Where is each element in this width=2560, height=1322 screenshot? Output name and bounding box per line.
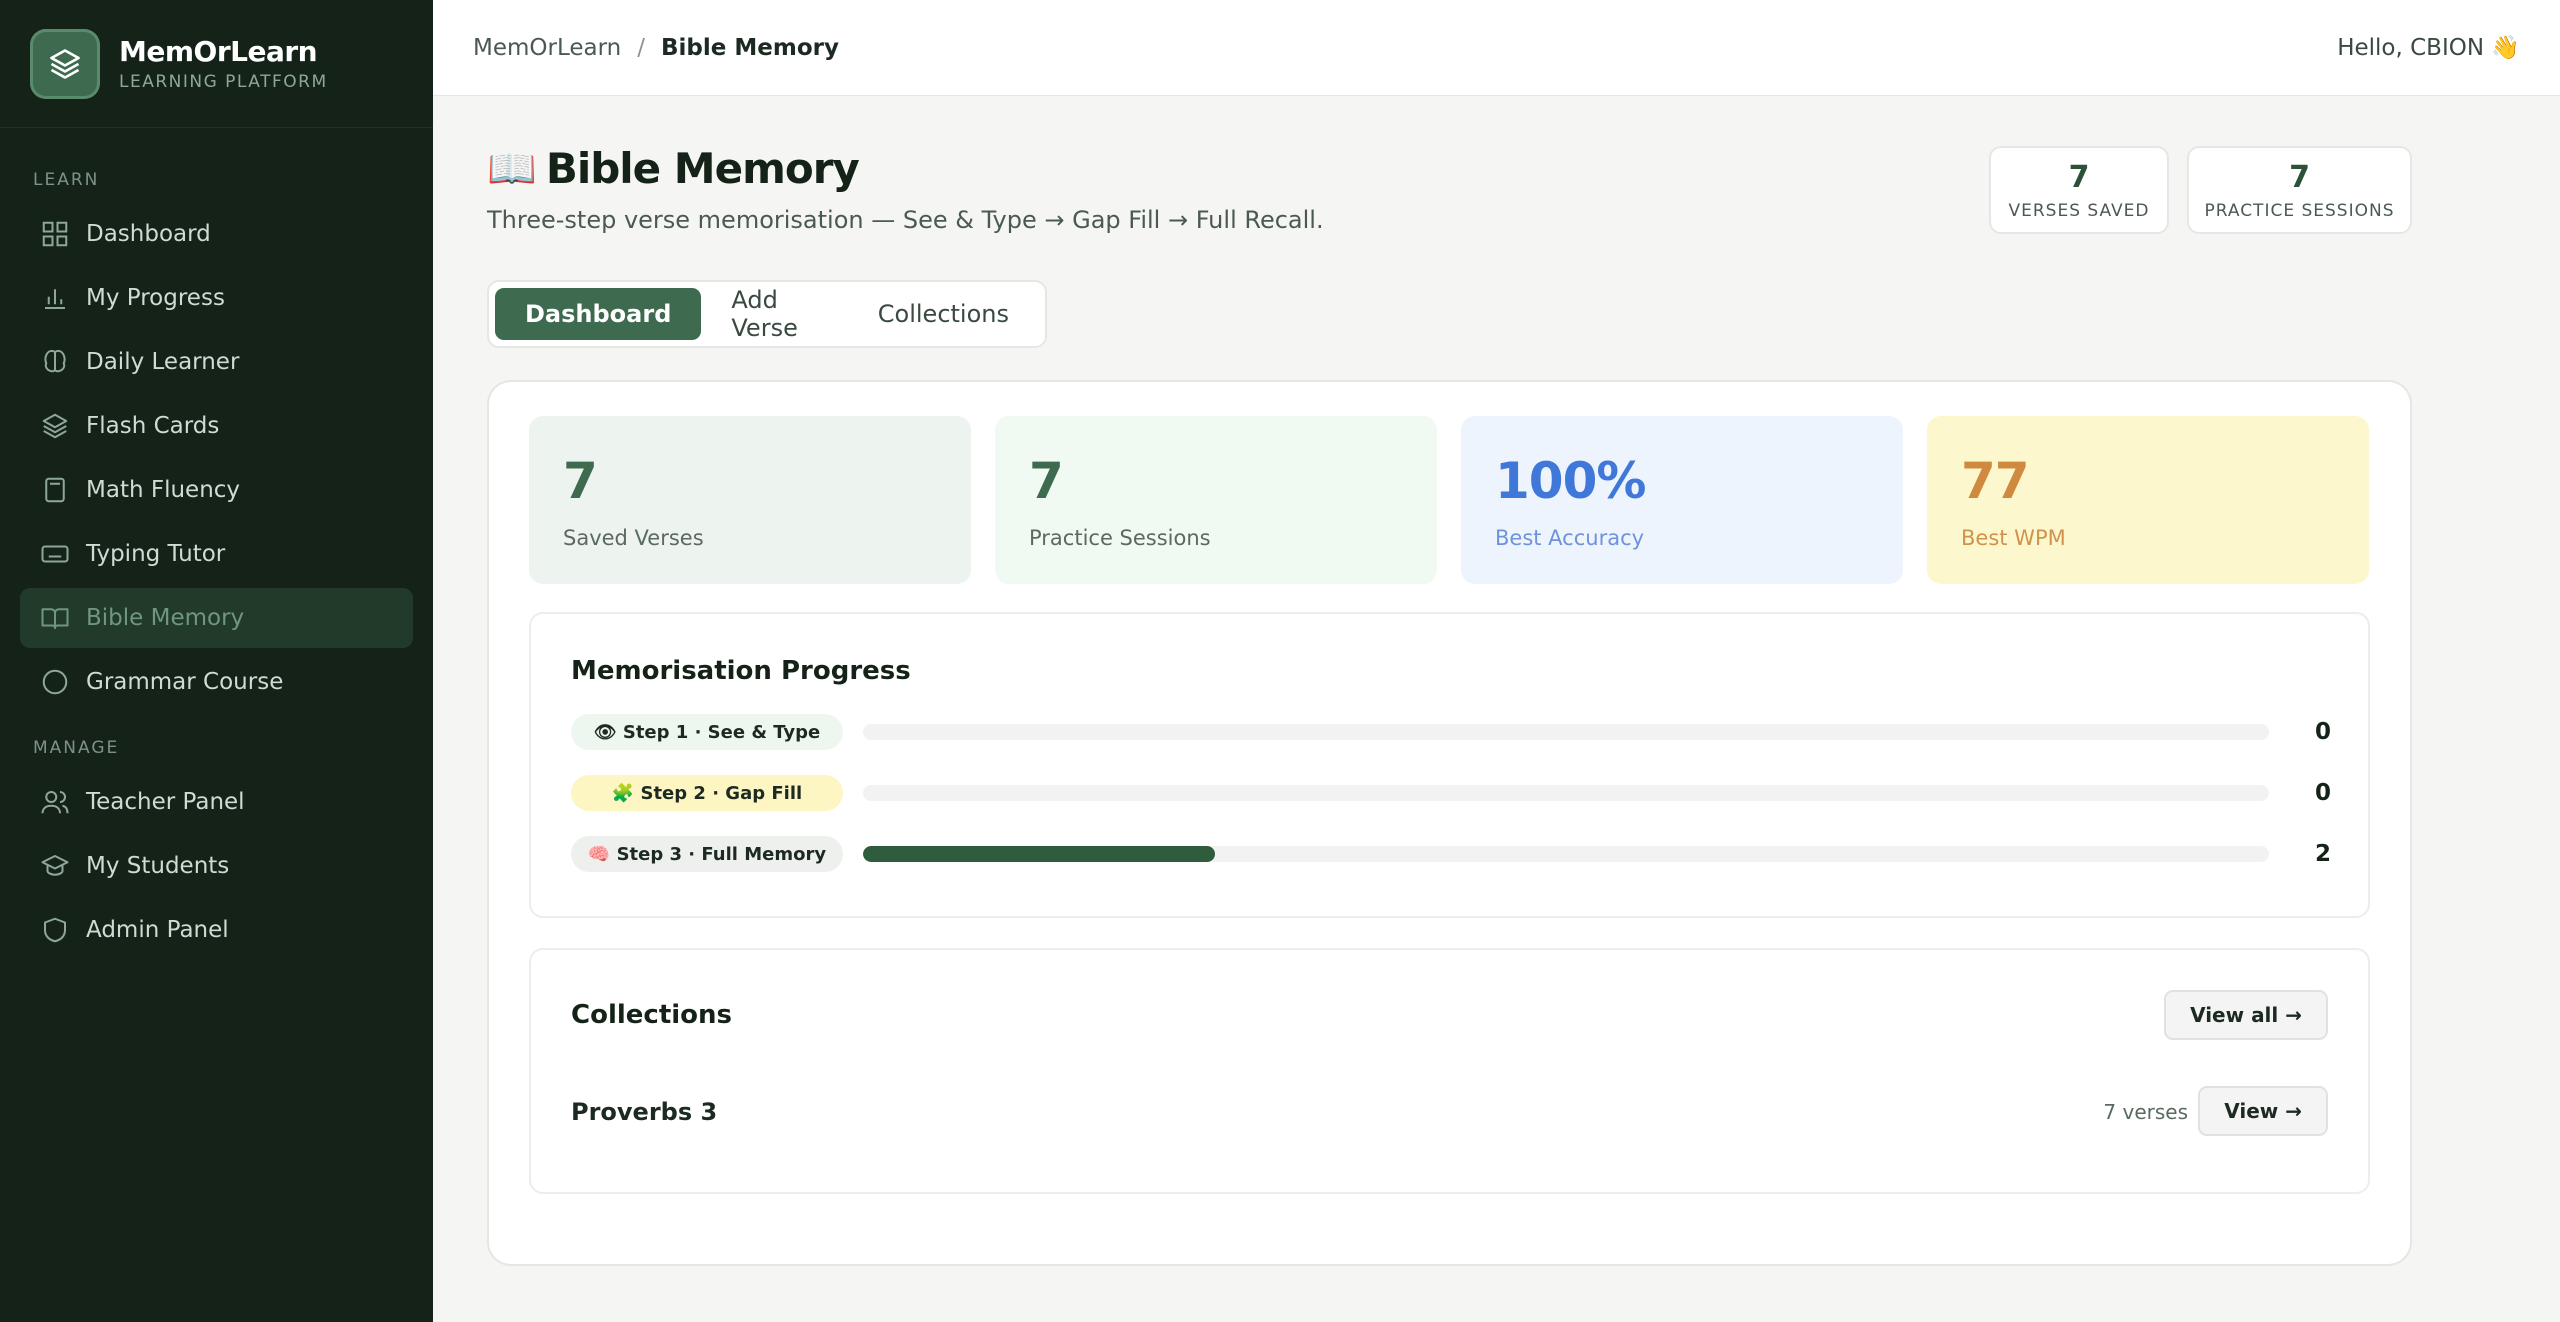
sidebar-item-my-students[interactable]: My Students: [20, 836, 413, 896]
sidebar-item-label: My Students: [86, 853, 230, 879]
progress-step-row: 🧠 Step 3 · Full Memory 2: [571, 836, 2331, 872]
sidebar-item-label: Flash Cards: [86, 413, 220, 439]
book-icon: 📖: [487, 146, 537, 192]
sidebar-item-teacher-panel[interactable]: Teacher Panel: [20, 772, 413, 832]
header-stat-value: 7: [2289, 160, 2310, 195]
keyboard-icon: [41, 545, 69, 563]
sidebar-item-label: Teacher Panel: [86, 789, 245, 815]
step-pill: 🧠 Step 3 · Full Memory: [571, 836, 843, 872]
page-subtitle: Three-step verse memorisation — See & Ty…: [487, 206, 1324, 234]
stat-label: Best WPM: [1961, 526, 2066, 550]
header-stat-label: VERSES SAVED: [2008, 201, 2150, 221]
stat-value: 77: [1961, 452, 2030, 510]
sidebar-item-dashboard[interactable]: Dashboard: [20, 204, 413, 264]
stat-value: 7: [1029, 452, 1064, 510]
tab-collections[interactable]: Collections: [848, 288, 1039, 340]
grid-icon: [42, 221, 68, 247]
layers-icon: [42, 413, 68, 439]
tab-dashboard[interactable]: Dashboard: [495, 288, 702, 340]
sidebar-item-label: My Progress: [86, 285, 225, 311]
stat-best-wpm: 77 Best WPM: [1927, 416, 2369, 584]
dashboard-card: 7 Saved Verses 7 Practice Sessions 100% …: [487, 380, 2412, 1266]
step-pill: 🧩 Step 2 · Gap Fill: [571, 775, 843, 811]
progress-bar-track: [863, 846, 2269, 862]
user-greeting: Hello, CBION 👋: [2337, 35, 2520, 61]
topbar: MemOrLearn / Bible Memory Hello, CBION 👋: [433, 0, 2560, 96]
brain-icon: [44, 349, 66, 373]
layers-logo-icon: [30, 28, 100, 99]
tab-bar: Dashboard Add Verse Collections: [487, 280, 1047, 348]
section-label-learn: LEARN: [33, 170, 100, 190]
collection-count: 7 verses: [2103, 1100, 2188, 1124]
progress-step-row: 👁 Step 1 · See & Type 0: [571, 714, 2331, 750]
step-count: 0: [2314, 719, 2331, 745]
breadcrumb-current: Bible Memory: [661, 34, 839, 61]
shield-icon: [44, 917, 66, 943]
brand[interactable]: MemOrLearn LEARNING PLATFORM: [0, 0, 433, 128]
step-count: 2: [2314, 841, 2331, 867]
step-count: 0: [2314, 780, 2331, 806]
sidebar-item-my-progress[interactable]: My Progress: [20, 268, 413, 328]
brand-name: MemOrLearn: [119, 35, 318, 68]
stat-label: Saved Verses: [563, 526, 704, 550]
bar-chart-icon: [45, 289, 65, 309]
view-all-button[interactable]: View all →: [2164, 990, 2328, 1040]
stat-saved-verses: 7 Saved Verses: [529, 416, 971, 584]
view-collection-button[interactable]: View →: [2198, 1086, 2328, 1136]
sidebar-item-label: Daily Learner: [86, 349, 240, 375]
sidebar-item-label: Typing Tutor: [86, 541, 226, 567]
sidebar-item-flash-cards[interactable]: Flash Cards: [20, 396, 413, 456]
progress-step-row: 🧩 Step 2 · Gap Fill 0: [571, 775, 2331, 811]
tab-add-verse[interactable]: Add Verse: [701, 286, 847, 342]
header-stat-value: 7: [2068, 160, 2090, 195]
sidebar-item-typing-tutor[interactable]: Typing Tutor: [20, 524, 413, 584]
collections-panel: Collections View all → Proverbs 3 7 vers…: [529, 948, 2370, 1194]
page-title-text: Bible Memory: [545, 144, 860, 193]
book-open-icon: [41, 608, 69, 629]
page-title: 📖 Bible Memory: [487, 144, 860, 193]
stat-value: 7: [563, 452, 598, 510]
sidebar-item-admin-panel[interactable]: Admin Panel: [20, 900, 413, 960]
progress-bar-track: [863, 785, 2269, 801]
circle-icon: [42, 669, 68, 695]
sidebar-item-math-fluency[interactable]: Math Fluency: [20, 460, 413, 520]
users-icon: [41, 791, 69, 814]
sidebar: MemOrLearn LEARNING PLATFORM LEARN Dashb…: [0, 0, 433, 1322]
stat-label: Practice Sessions: [1029, 526, 1211, 550]
graduation-cap-icon: [41, 855, 69, 876]
sidebar-item-grammar-course[interactable]: Grammar Course: [20, 652, 413, 712]
section-label-manage: MANAGE: [33, 738, 120, 758]
step-pill: 👁 Step 1 · See & Type: [571, 714, 843, 750]
stat-value: 100%: [1495, 452, 1646, 510]
header-stat-practice-sessions: 7 PRACTICE SESSIONS: [2187, 146, 2412, 234]
brand-subtitle: LEARNING PLATFORM: [119, 72, 328, 92]
sidebar-item-label: Grammar Course: [86, 669, 284, 695]
sidebar-item-label: Admin Panel: [86, 917, 229, 943]
collection-name[interactable]: Proverbs 3: [571, 1098, 717, 1126]
calculator-icon: [45, 477, 65, 503]
sidebar-item-bible-memory[interactable]: Bible Memory: [20, 588, 413, 648]
progress-bar-track: [863, 724, 2269, 740]
progress-bar-fill: [863, 846, 1215, 862]
sidebar-item-label: Dashboard: [86, 221, 211, 247]
breadcrumb-separator: /: [637, 34, 645, 61]
panel-title: Collections: [571, 1000, 733, 1030]
stat-practice-sessions: 7 Practice Sessions: [995, 416, 1437, 584]
sidebar-item-daily-learner[interactable]: Daily Learner: [20, 332, 413, 392]
memorisation-progress-panel: Memorisation Progress 👁 Step 1 · See & T…: [529, 612, 2370, 918]
stat-best-accuracy: 100% Best Accuracy: [1461, 416, 1903, 584]
panel-title: Memorisation Progress: [571, 656, 911, 686]
sidebar-item-label: Bible Memory: [86, 605, 245, 631]
header-stat-verses-saved: 7 VERSES SAVED: [1989, 146, 2169, 234]
sidebar-item-label: Math Fluency: [86, 477, 241, 503]
stat-label: Best Accuracy: [1495, 526, 1645, 550]
header-stat-label: PRACTICE SESSIONS: [2204, 201, 2395, 221]
breadcrumb-root[interactable]: MemOrLearn: [473, 35, 621, 61]
